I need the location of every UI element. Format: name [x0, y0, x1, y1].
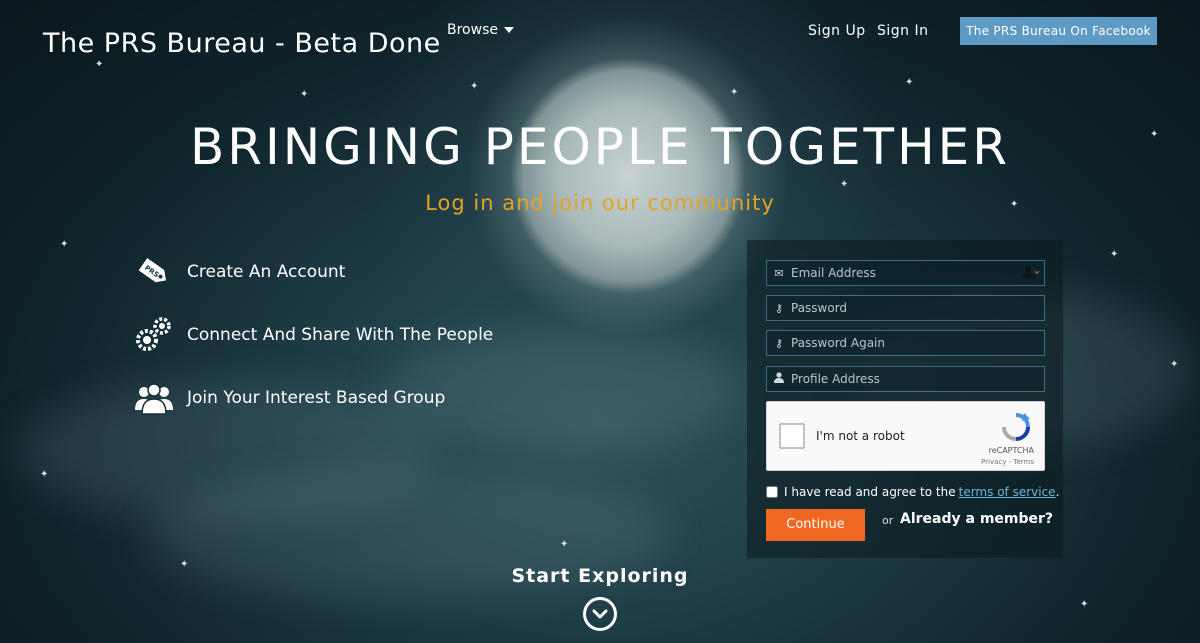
star-icon: ✦ — [1080, 599, 1089, 610]
browse-menu[interactable]: Browse — [447, 22, 514, 38]
agree-text: I have read and agree to the — [784, 485, 956, 499]
recaptcha-widget: I'm not a robot reCAPTCHA Privacy - Term… — [766, 401, 1045, 471]
already-member-link[interactable]: Already a member? — [900, 511, 1053, 527]
gears-icon — [134, 315, 174, 355]
feature-connect-share: Connect And Share With The People — [134, 315, 493, 355]
feature-create-account: PRS Create An Account — [134, 252, 345, 292]
star-icon: ✦ — [60, 239, 69, 250]
recaptcha-terms[interactable]: Privacy - Terms — [981, 458, 1034, 466]
or-label: or — [882, 514, 894, 527]
feature-label: Create An Account — [187, 262, 346, 282]
browse-label: Browse — [447, 22, 498, 38]
chevron-down-icon — [592, 609, 608, 619]
hero-title: BRINGING PEOPLE TOGETHER — [189, 118, 1011, 176]
star-icon: ✦ — [840, 179, 849, 190]
star-icon: ✦ — [470, 81, 479, 92]
star-icon: ✦ — [560, 539, 569, 550]
recaptcha-brand: reCAPTCHA — [988, 446, 1034, 455]
key-icon: ⚷ — [774, 336, 784, 350]
recaptcha-checkbox[interactable] — [779, 423, 805, 449]
signin-link[interactable]: Sign In — [877, 23, 929, 39]
recaptcha-logo-icon — [1000, 411, 1032, 443]
group-icon — [134, 378, 174, 418]
profile-address-field[interactable] — [766, 366, 1045, 392]
star-icon: ✦ — [300, 89, 309, 100]
password-again-input[interactable] — [791, 331, 1044, 355]
site-title[interactable]: The PRS Bureau - Beta Done — [43, 28, 441, 59]
password-again-field[interactable]: ⚷ — [766, 330, 1045, 356]
password-input[interactable] — [791, 296, 1044, 320]
star-icon: ✦ — [95, 59, 104, 70]
tag-icon: PRS — [134, 252, 174, 292]
start-exploring-label: Start Exploring — [511, 565, 689, 587]
email-input[interactable] — [791, 261, 1018, 285]
star-icon: ✦ — [1170, 359, 1179, 370]
star-icon: ✦ — [905, 77, 914, 88]
terms-checkbox[interactable] — [766, 486, 778, 498]
facebook-button[interactable]: The PRS Bureau On Facebook — [960, 17, 1157, 45]
envelope-icon: ✉ — [774, 266, 784, 280]
user-icon — [767, 372, 791, 386]
terms-agreement: I have read and agree to the terms of ser… — [766, 485, 1059, 499]
signup-link[interactable]: Sign Up — [808, 23, 866, 39]
continue-button[interactable]: Continue — [766, 509, 865, 541]
feature-label: Connect And Share With The People — [187, 325, 494, 345]
start-exploring-button[interactable] — [583, 597, 617, 631]
star-icon: ✦ — [40, 469, 49, 480]
feature-join-group: Join Your Interest Based Group — [134, 378, 445, 418]
star-icon: ✦ — [1110, 249, 1119, 260]
hero-subtitle: Log in and join our community — [425, 191, 775, 215]
email-field[interactable]: ✉ — [766, 260, 1045, 286]
feature-label: Join Your Interest Based Group — [187, 388, 446, 408]
star-icon: ✦ — [730, 87, 739, 98]
agree-period: . — [1055, 485, 1060, 499]
profile-address-input[interactable] — [791, 367, 1044, 391]
key-icon: ⚷ — [774, 301, 784, 315]
terms-link[interactable]: terms of service — [959, 485, 1056, 499]
password-field[interactable]: ⚷ — [766, 295, 1045, 321]
recaptcha-label: I'm not a robot — [816, 429, 905, 443]
account-picker-icon[interactable] — [1018, 266, 1044, 281]
chevron-down-icon — [503, 27, 514, 33]
